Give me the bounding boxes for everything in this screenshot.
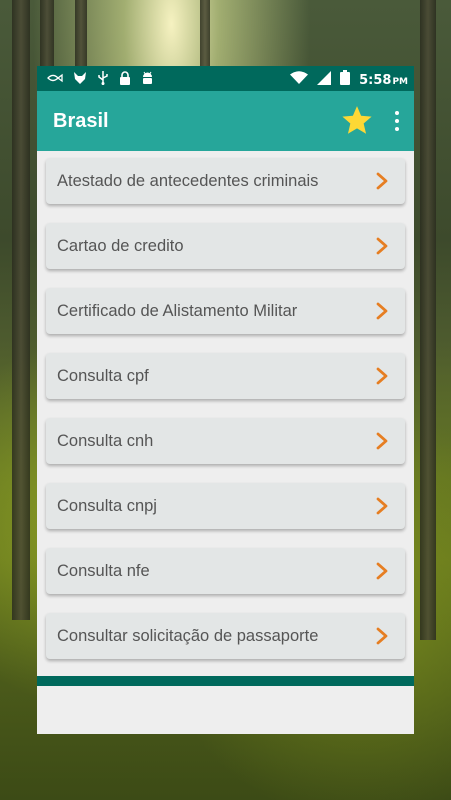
list-item-label: Consultar solicitação de passaporte bbox=[57, 626, 319, 645]
list-item-label: Consulta cnh bbox=[57, 431, 154, 450]
chevron-right-icon bbox=[376, 237, 388, 255]
lock-icon bbox=[119, 70, 131, 87]
tree-trunk bbox=[12, 0, 30, 620]
list-item[interactable]: Consulta cpf bbox=[46, 353, 405, 399]
chevron-right-icon bbox=[376, 367, 388, 385]
app-bar: Brasil bbox=[37, 91, 414, 151]
status-bar: 5:58PM bbox=[37, 66, 414, 91]
list-item-label: Cartao de credito bbox=[57, 236, 184, 255]
list-item-label: Consulta nfe bbox=[57, 561, 150, 580]
fish-icon bbox=[47, 73, 63, 85]
fox-icon bbox=[73, 71, 87, 87]
list-item-label: Atestado de antecedentes criminais bbox=[57, 171, 319, 190]
chevron-right-icon bbox=[376, 627, 388, 645]
list-item[interactable]: Certificado de Alistamento Militar bbox=[46, 288, 405, 334]
list-item[interactable]: Consultar solicitação de passaporte bbox=[46, 613, 405, 659]
android-icon bbox=[141, 71, 154, 87]
list-item[interactable]: Consulta nfe bbox=[46, 548, 405, 594]
service-list: Atestado de antecedentes criminais Carta… bbox=[37, 151, 414, 674]
chevron-right-icon bbox=[376, 302, 388, 320]
list-item[interactable]: Cartao de credito bbox=[46, 223, 405, 269]
battery-icon bbox=[340, 70, 351, 87]
list-item-label: Consulta cnpj bbox=[57, 496, 157, 515]
more-vert-icon[interactable] bbox=[394, 111, 400, 131]
list-item[interactable]: Atestado de antecedentes criminais bbox=[46, 158, 405, 204]
signal-icon bbox=[317, 70, 332, 87]
usb-icon bbox=[97, 70, 109, 87]
page-title: Brasil bbox=[53, 109, 109, 132]
chevron-right-icon bbox=[376, 562, 388, 580]
chevron-right-icon bbox=[376, 432, 388, 450]
wifi-icon bbox=[290, 71, 309, 86]
chevron-right-icon bbox=[376, 497, 388, 515]
chevron-right-icon bbox=[376, 172, 388, 190]
star-icon[interactable] bbox=[340, 104, 374, 138]
footer-divider bbox=[37, 676, 414, 686]
clock: 5:58PM bbox=[359, 69, 408, 88]
list-item[interactable]: Consulta cnpj bbox=[46, 483, 405, 529]
list-item-label: Certificado de Alistamento Militar bbox=[57, 301, 298, 320]
status-ampm: PM bbox=[392, 77, 408, 87]
tree-trunk bbox=[420, 0, 436, 640]
app-window: 5:58PM Brasil Atestado de antecedentes c… bbox=[37, 66, 414, 734]
list-item[interactable]: Consulta cnh bbox=[46, 418, 405, 464]
list-item-label: Consulta cpf bbox=[57, 366, 149, 385]
status-time: 5:58 bbox=[359, 73, 392, 88]
